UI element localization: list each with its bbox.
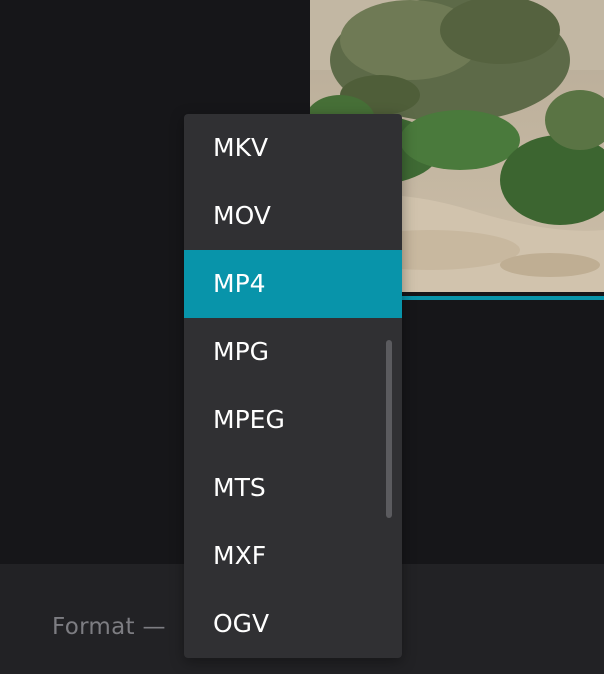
- format-option-mov[interactable]: MOV: [184, 182, 402, 250]
- format-option-mpeg[interactable]: MPEG: [184, 386, 402, 454]
- app-window: Format — MKV MOV MP4 MPG MPEG MTS MXF OG…: [0, 0, 604, 674]
- format-option-mts[interactable]: MTS: [184, 454, 402, 522]
- dropdown-scrollbar[interactable]: [386, 340, 392, 518]
- format-label: Format —: [52, 614, 166, 640]
- timeline-progress-bar[interactable]: [400, 296, 604, 300]
- format-option-mp4[interactable]: MP4: [184, 250, 402, 318]
- format-option-ogv[interactable]: OGV: [184, 590, 402, 658]
- format-dropdown-menu[interactable]: MKV MOV MP4 MPG MPEG MTS MXF OGV: [184, 114, 402, 658]
- format-option-mkv[interactable]: MKV: [184, 114, 402, 182]
- format-option-mxf[interactable]: MXF: [184, 522, 402, 590]
- format-option-mpg[interactable]: MPG: [184, 318, 402, 386]
